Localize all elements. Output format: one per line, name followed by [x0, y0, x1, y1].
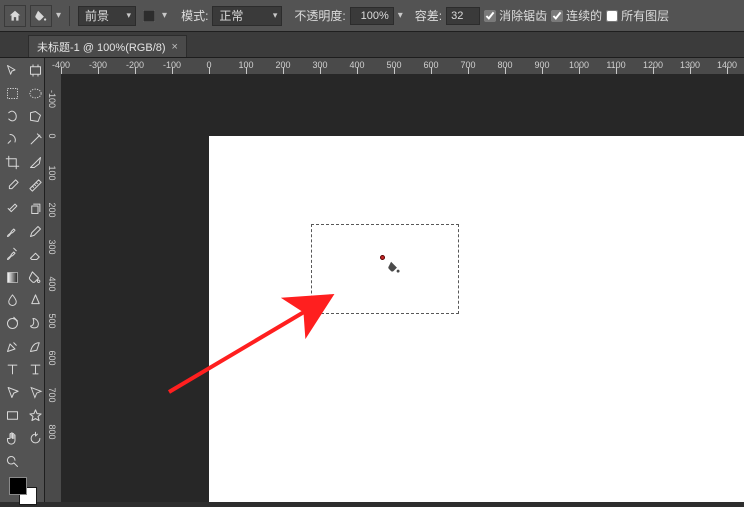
document-tab-title: 未标题-1 @ 100%(RGB/8)	[37, 39, 166, 55]
home-icon	[8, 9, 22, 23]
blend-mode-value: 正常	[219, 7, 243, 24]
magic-wand[interactable]	[24, 128, 46, 150]
fill-source-dropdown[interactable]: 前景	[78, 6, 136, 26]
custom-shape[interactable]	[24, 404, 46, 426]
artboard-tool[interactable]	[24, 59, 46, 81]
paint-bucket[interactable]	[24, 266, 46, 288]
quick-select[interactable]	[1, 128, 23, 150]
ruler-v-label: 500	[47, 313, 57, 328]
ruler-v-label: 700	[47, 387, 57, 402]
move-tool[interactable]	[1, 59, 23, 81]
fill-source-value: 前景	[85, 7, 109, 24]
hand-tool[interactable]	[1, 427, 23, 449]
blend-mode-label: 模式:	[181, 7, 208, 24]
canvas-area[interactable]	[61, 74, 744, 502]
burn-tool[interactable]	[24, 312, 46, 334]
bucket-icon	[34, 9, 48, 23]
rect-marquee[interactable]	[1, 82, 23, 104]
dodge-tool[interactable]	[1, 312, 23, 334]
clone-stamp[interactable]	[24, 197, 46, 219]
sample-dot-icon	[380, 255, 385, 260]
pattern-chevron-icon[interactable]: ▾	[162, 10, 167, 21]
opacity-chevron-icon[interactable]: ▾	[398, 10, 403, 21]
ruler-v-label: 300	[47, 239, 57, 254]
color-swatches[interactable]	[9, 477, 39, 507]
slice-tool[interactable]	[24, 151, 46, 173]
blur-tool[interactable]	[1, 289, 23, 311]
spacer	[24, 450, 46, 472]
ruler-v-label: 600	[47, 350, 57, 365]
fill-pattern-swatch[interactable]	[30, 5, 52, 27]
opacity-input[interactable]: 100%	[350, 7, 394, 25]
history-brush[interactable]	[1, 243, 23, 265]
tolerance-label: 容差:	[415, 7, 442, 24]
ruler-tool[interactable]	[24, 174, 46, 196]
document-canvas[interactable]	[209, 136, 744, 502]
gradient-tool[interactable]	[1, 266, 23, 288]
pattern-icon	[143, 10, 155, 22]
vertical-ruler[interactable]: -100 0 100 200 300 400 500 600 700 800	[45, 74, 61, 502]
vertical-text[interactable]	[24, 358, 46, 380]
horizontal-ruler[interactable]: -400-300-200-100010020030040050060070080…	[61, 58, 744, 74]
home-button[interactable]	[4, 5, 26, 27]
foreground-swatch[interactable]	[9, 477, 27, 495]
ellipse-marquee[interactable]	[24, 82, 46, 104]
fill-pattern-preview[interactable]	[140, 5, 158, 27]
poly-lasso[interactable]	[24, 105, 46, 127]
tool-preset-chevron-icon[interactable]: ▾	[56, 10, 61, 21]
ruler-v-label: -100	[47, 90, 57, 108]
sharpen-tool[interactable]	[24, 289, 46, 311]
workspace: -400-300-200-100010020030040050060070080…	[0, 58, 744, 502]
ruler-v-label: 800	[47, 424, 57, 439]
contiguous-checkbox[interactable]: 连续的	[551, 7, 602, 24]
text-tool[interactable]	[1, 358, 23, 380]
close-icon[interactable]: ×	[172, 41, 178, 53]
ruler-v-label: 400	[47, 276, 57, 291]
pencil-tool[interactable]	[24, 220, 46, 242]
blend-mode-dropdown[interactable]: 正常	[212, 6, 282, 26]
path-select[interactable]	[1, 381, 23, 403]
crop-tool[interactable]	[1, 151, 23, 173]
ruler-v-label: 100	[47, 165, 57, 180]
rectangle-shape[interactable]	[1, 404, 23, 426]
ruler-v-label: 0	[47, 133, 57, 138]
opacity-label: 不透明度:	[294, 7, 345, 24]
direct-select[interactable]	[24, 381, 46, 403]
lasso-tool[interactable]	[1, 105, 23, 127]
document-tab-bar: 未标题-1 @ 100%(RGB/8) ×	[0, 32, 744, 58]
ruler-v-label: 200	[47, 202, 57, 217]
tool-strip	[0, 58, 45, 502]
zoom-tool[interactable]	[1, 450, 23, 472]
all-layers-label: 所有图层	[621, 7, 669, 24]
eyedropper-tool[interactable]	[1, 174, 23, 196]
rotate-view[interactable]	[24, 427, 46, 449]
healing-brush[interactable]	[1, 197, 23, 219]
document-tab[interactable]: 未标题-1 @ 100%(RGB/8) ×	[28, 35, 187, 57]
anti-alias-label: 消除锯齿	[499, 7, 547, 24]
options-divider	[69, 6, 70, 26]
contiguous-label: 连续的	[566, 7, 602, 24]
opacity-value: 100%	[361, 10, 389, 22]
anti-alias-input[interactable]	[484, 10, 496, 22]
options-bar: ▾ 前景 ▾ 模式: 正常 不透明度: 100% ▾ 容差: 32 消除锯齿 连…	[0, 0, 744, 32]
contiguous-input[interactable]	[551, 10, 563, 22]
tolerance-value: 32	[451, 10, 463, 22]
selection-marquee	[311, 224, 459, 314]
anti-alias-checkbox[interactable]: 消除锯齿	[484, 7, 547, 24]
freeform-pen[interactable]	[24, 335, 46, 357]
paint-bucket-cursor-icon	[387, 260, 399, 272]
ruler-space: -400-300-200-100010020030040050060070080…	[45, 58, 744, 502]
tolerance-input[interactable]: 32	[446, 7, 480, 25]
brush-tool[interactable]	[1, 220, 23, 242]
all-layers-input[interactable]	[606, 10, 618, 22]
pen-tool[interactable]	[1, 335, 23, 357]
eraser-tool[interactable]	[24, 243, 46, 265]
all-layers-checkbox[interactable]: 所有图层	[606, 7, 669, 24]
